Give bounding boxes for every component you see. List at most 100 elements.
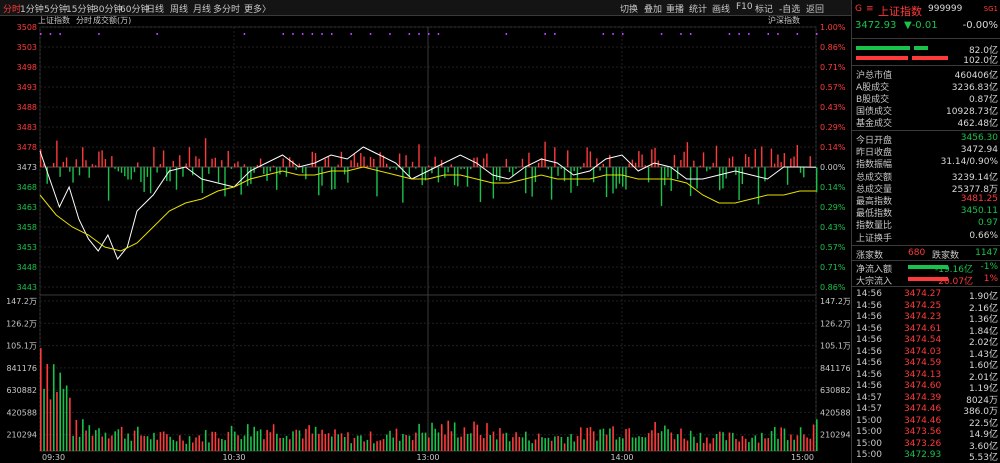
strength-bar-down: [127, 167, 129, 180]
volume-bar: [217, 438, 220, 451]
tool-button-0[interactable]: 切换: [620, 2, 638, 15]
volume-bar: [444, 434, 446, 451]
tick-time: 15:00: [856, 415, 882, 426]
strength-bar-down: [169, 167, 171, 182]
volume-bar: [169, 436, 171, 451]
tool-button-1[interactable]: 叠加: [644, 2, 662, 15]
tool-button-7[interactable]: -自选: [779, 2, 800, 15]
volume-bar: [356, 435, 359, 451]
signal-marker: [321, 33, 323, 35]
volume-bar: [234, 431, 236, 451]
tool-button-8[interactable]: 返回: [806, 2, 824, 15]
period-tab-6[interactable]: 日线: [146, 2, 164, 15]
favorite-mark[interactable]: G: [855, 4, 862, 14]
market-stat-row: 沪总市值 460406亿: [852, 68, 1000, 81]
volume-bar: [337, 434, 340, 451]
volume-bar: [221, 438, 223, 451]
strength-bar-up: [731, 156, 734, 168]
strength-bar-down: [140, 167, 142, 183]
tick-price: 3474.27: [904, 289, 942, 299]
strength-bar-up: [482, 158, 485, 168]
period-tab-8[interactable]: 月线: [193, 2, 211, 15]
strength-bar-down: [499, 167, 501, 181]
volume-bar: [612, 426, 614, 451]
strength-bar-up: [159, 164, 162, 168]
index-stat-label: 最低指数: [856, 209, 893, 220]
tool-button-6[interactable]: 标记: [755, 2, 773, 15]
volume-bar: [589, 427, 592, 451]
volume-bar: [757, 442, 760, 451]
index-stat-value: 3456.30: [960, 133, 998, 143]
volume-bar: [709, 443, 711, 451]
signal-marker: [243, 33, 246, 35]
period-toolbar: 分时 1分钟 5分钟 15分钟 30分钟 60分钟 日线 周线 月线 多分时 更多〉 切换 叠加 重播 统计…: [0, 0, 1000, 16]
strength-bar-up: [434, 156, 436, 168]
strength-bar-down: [667, 167, 669, 178]
signal-marker: [544, 33, 546, 35]
strength-bar-down: [246, 167, 249, 186]
volume-bar: [276, 433, 278, 451]
volume-bar: [191, 442, 194, 451]
strength-bar-down: [457, 167, 459, 187]
tool-button-2[interactable]: 重播: [666, 2, 684, 15]
strength-bar-up: [602, 163, 604, 168]
volume-bar: [660, 431, 663, 451]
volume-bar: [395, 428, 398, 451]
tick-price: 3474.46: [904, 415, 942, 426]
pct-tick-label: 0.29%: [820, 123, 846, 132]
period-tab-3[interactable]: 15分钟: [66, 2, 95, 15]
volume-bar: [405, 434, 407, 451]
volume-bar: [699, 432, 702, 451]
strength-bar-down: [253, 167, 255, 173]
menu-icon[interactable]: ≡: [866, 4, 874, 14]
tool-button-3[interactable]: 统计: [689, 2, 707, 15]
strength-bar-up: [282, 158, 284, 168]
period-tab-4[interactable]: 30分钟: [93, 2, 122, 15]
signal-marker: [748, 33, 750, 35]
strength-bar-up: [234, 163, 236, 168]
volume-bar: [353, 437, 356, 451]
volume-tick-label: 147.2万: [6, 297, 37, 306]
strength-bar-up: [809, 156, 811, 168]
strength-bar-up: [728, 158, 731, 168]
volume-bar: [770, 431, 773, 451]
volume-bar: [544, 438, 546, 451]
strength-bar-up: [314, 153, 317, 168]
period-tab-9[interactable]: 多分时: [213, 2, 240, 15]
strength-bar-up: [693, 160, 695, 168]
strength-bar-down: [531, 167, 533, 197]
strength-bar-down: [599, 167, 601, 171]
volume-bar: [482, 438, 485, 451]
period-tab-1[interactable]: 1分钟: [20, 2, 44, 15]
tick-price: 3474.60: [904, 381, 942, 391]
volume-bar: [605, 434, 608, 451]
strength-bar-down: [786, 167, 789, 185]
signal-marker: [311, 33, 314, 35]
period-tab-7[interactable]: 周线: [170, 2, 188, 15]
time-tick-label: 14:00: [610, 453, 633, 462]
volume-bar: [369, 431, 372, 451]
period-tab-10[interactable]: 更多〉: [244, 2, 271, 15]
trade-tick-row: 14:56 3474.54 2.02亿: [852, 335, 1000, 348]
trade-tick-row: 14:56 3474.25 2.16亿: [852, 301, 1000, 314]
trade-tick-row: 14:56 3474.03 1.43亿: [852, 347, 1000, 360]
signal-marker: [728, 33, 731, 35]
tool-button-4[interactable]: 画线: [712, 2, 730, 15]
tick-time: 15:00: [856, 438, 882, 449]
strength-bar-up: [153, 146, 155, 168]
price-tick-label: 3473: [17, 163, 37, 172]
strength-bar-down: [625, 167, 627, 190]
signal-marker: [505, 33, 508, 35]
trade-tick-row: 14:56 3474.60 1.19亿: [852, 381, 1000, 394]
volume-bar: [343, 436, 346, 451]
period-tab-2[interactable]: 5分钟: [44, 2, 68, 15]
period-tab-0[interactable]: 分时: [3, 2, 21, 15]
tool-button-5[interactable]: F10: [736, 2, 753, 12]
tick-price: 3474.23: [904, 312, 942, 322]
buy-bar-right: [914, 46, 928, 50]
market-stat-value: 462.48亿: [957, 119, 999, 129]
strength-bar-down: [622, 167, 624, 187]
strength-bar-up: [796, 145, 798, 168]
strength-bar-up: [179, 155, 181, 168]
volume-bar: [573, 441, 576, 451]
